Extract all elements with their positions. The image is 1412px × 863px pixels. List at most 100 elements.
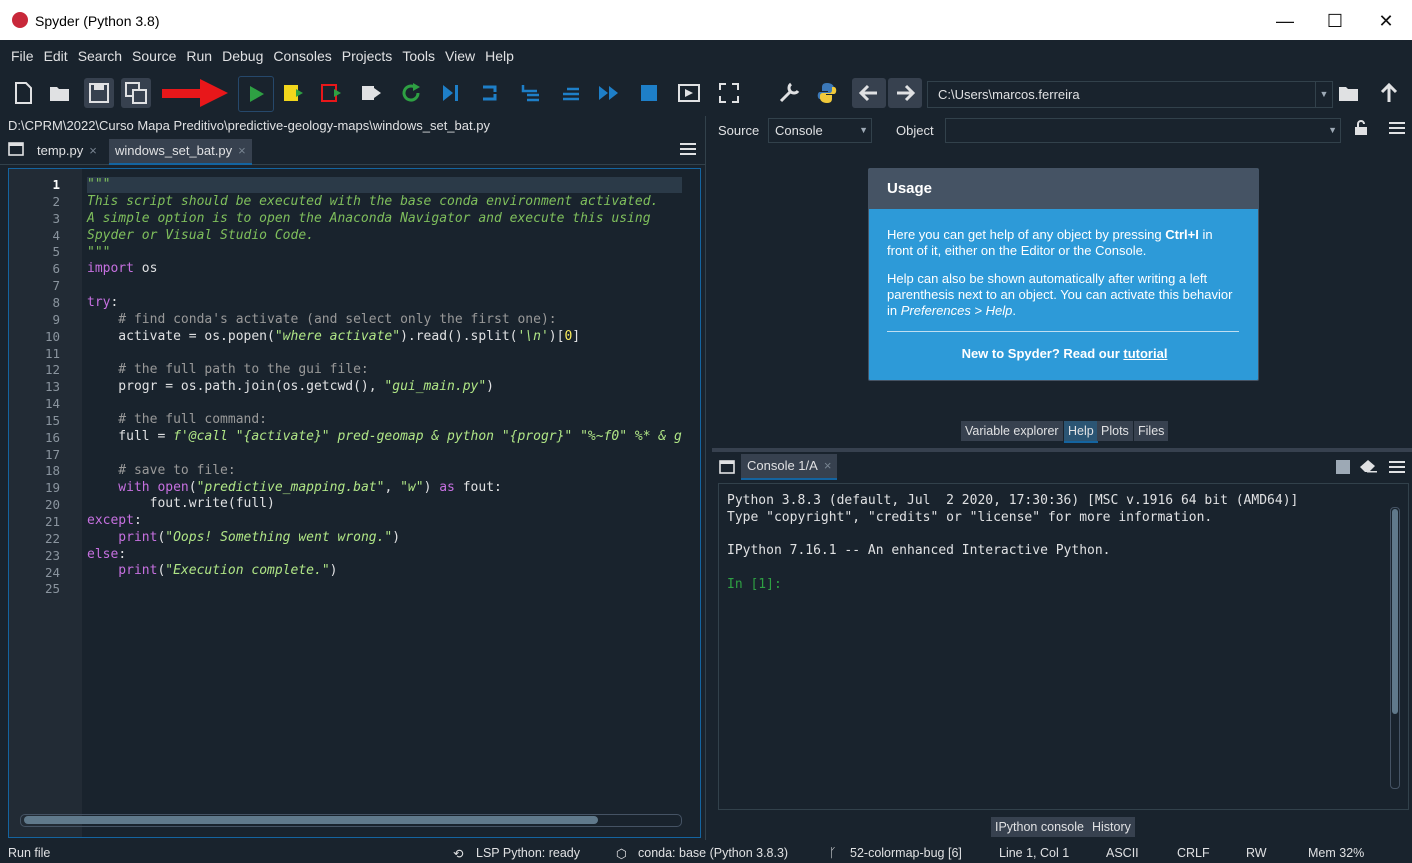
scrollbar-thumb[interactable] [24, 816, 598, 824]
line-number: 12 [44, 362, 60, 378]
conda-env-status[interactable]: conda: base (Python 3.8.3) [638, 846, 788, 860]
menu-source[interactable]: Source [127, 40, 181, 72]
python-path-icon[interactable] [812, 78, 842, 108]
parent-dir-arrow-icon[interactable] [1374, 78, 1404, 108]
maximize-pane-icon[interactable] [674, 78, 704, 108]
docstring: This script should be executed with the … [87, 194, 659, 209]
tab-temp-py[interactable]: temp.py × [31, 139, 103, 163]
browse-folder-icon[interactable] [1334, 78, 1364, 108]
menu-help[interactable]: Help [480, 40, 519, 72]
menu-file[interactable]: File [6, 40, 39, 72]
console-prompt[interactable]: In [1]: [727, 577, 782, 592]
options-menu-icon[interactable] [1389, 460, 1405, 477]
run-cell-advance-icon[interactable] [316, 78, 346, 108]
git-branch-icon: ᚴ [829, 846, 837, 860]
close-tab-icon[interactable]: × [89, 143, 97, 158]
string: "gui_main.py" [384, 379, 487, 394]
menu-search[interactable]: Search [73, 40, 127, 72]
step-return-icon[interactable] [556, 78, 586, 108]
keyword: except [87, 513, 134, 528]
tab-windows-set-bat-py[interactable]: windows_set_bat.py × [109, 139, 252, 165]
close-tab-icon[interactable]: × [238, 143, 246, 158]
menu-edit[interactable]: Edit [39, 40, 73, 72]
tab-history[interactable]: History [1088, 817, 1135, 837]
open-folder-icon[interactable] [45, 78, 75, 108]
tab-files[interactable]: Files [1134, 421, 1169, 441]
minimize-button[interactable]: — [1265, 8, 1305, 34]
tab-plots[interactable]: Plots [1097, 421, 1133, 441]
code-text: ) [423, 480, 440, 495]
code-area[interactable]: """ This script should be executed with … [87, 169, 687, 819]
line-number: 10 [44, 328, 60, 344]
run-file-icon[interactable] [238, 76, 274, 112]
stop-debug-icon[interactable] [634, 78, 664, 108]
menu-consoles[interactable]: Consoles [268, 40, 336, 72]
pane-splitter[interactable] [705, 116, 712, 840]
working-directory-combobox[interactable]: C:\Users\marcos.ferreira ▼ [927, 81, 1333, 108]
code-line: try: [87, 295, 118, 311]
code-text: )[ [548, 329, 565, 344]
code-line: full = f'@call "{activate}" pred-geomap … [87, 429, 682, 445]
debug-icon[interactable] [436, 78, 466, 108]
docstring: """ [87, 177, 111, 192]
line-number: 3 [52, 210, 60, 226]
back-arrow-icon[interactable] [852, 78, 886, 108]
git-branch-status[interactable]: 52-colormap-bug [6] [850, 846, 962, 860]
rerun-icon[interactable] [396, 78, 426, 108]
run-selection-icon[interactable] [356, 78, 386, 108]
menu-view[interactable]: View [440, 40, 480, 72]
menu-projects[interactable]: Projects [337, 40, 398, 72]
browse-tabs-icon[interactable] [719, 460, 735, 477]
tutorial-link[interactable]: tutorial [1123, 346, 1167, 361]
cursor-position: Line 1, Col 1 [999, 846, 1070, 860]
menu-run[interactable]: Run [181, 40, 217, 72]
step-into-icon[interactable] [516, 78, 546, 108]
string: '\n' [517, 329, 549, 344]
options-menu-icon[interactable] [1389, 121, 1405, 138]
maximize-button[interactable]: ☐ [1315, 8, 1355, 34]
editor-horizontal-scrollbar[interactable] [20, 814, 690, 827]
chevron-down-icon[interactable]: ▼ [1315, 82, 1332, 107]
divider [887, 331, 1239, 332]
menu-tools[interactable]: Tools [397, 40, 440, 72]
usage-box: Usage Here you can get help of any objec… [868, 168, 1259, 381]
save-icon[interactable] [84, 78, 114, 108]
stop-kernel-icon[interactable] [1336, 460, 1350, 474]
code-text: activate = os.popen( [87, 329, 275, 344]
editor-file-path: D:\CPRM\2022\Curso Mapa Preditivo\predic… [8, 118, 490, 133]
preferences-wrench-icon[interactable] [774, 78, 804, 108]
tab-help[interactable]: Help [1064, 421, 1098, 443]
fullscreen-icon[interactable] [714, 78, 744, 108]
shortcut-text: Ctrl+I [1165, 227, 1199, 242]
tab-ipython-console[interactable]: IPython console [991, 817, 1088, 837]
forward-arrow-icon[interactable] [888, 78, 922, 108]
source-combobox[interactable]: Console ▼ [768, 118, 872, 143]
eraser-icon[interactable] [1359, 459, 1377, 476]
scrollbar-thumb[interactable] [1392, 509, 1398, 714]
tab-variable-explorer[interactable]: Variable explorer [961, 421, 1063, 441]
string: "where activate" [274, 329, 401, 344]
console-vertical-scrollbar[interactable] [1390, 507, 1400, 797]
ipython-console[interactable]: Python 3.8.3 (default, Jul 2 2020, 17:30… [718, 483, 1409, 810]
line-number: 15 [44, 412, 60, 428]
status-message: Run file [8, 846, 51, 860]
line-number: 11 [44, 345, 60, 361]
close-button[interactable]: ✕ [1366, 8, 1406, 34]
code-text: : [118, 547, 127, 562]
lsp-status[interactable]: LSP Python: ready [476, 846, 580, 860]
continue-icon[interactable] [594, 78, 624, 108]
options-menu-icon[interactable] [680, 142, 696, 159]
save-all-icon[interactable] [121, 78, 151, 108]
lock-icon[interactable] [1354, 120, 1368, 139]
browse-tabs-icon[interactable] [8, 142, 24, 159]
tab-console-1a[interactable]: Console 1/A × [741, 454, 838, 480]
string: f'@call "{activate}" pred-geomap & pytho… [173, 429, 682, 444]
menu-debug[interactable]: Debug [217, 40, 268, 72]
close-tab-icon[interactable]: × [824, 458, 832, 473]
object-combobox[interactable]: ▼ [945, 118, 1341, 143]
line-number: 14 [44, 396, 60, 412]
run-cell-icon[interactable] [278, 78, 308, 108]
new-file-icon[interactable] [8, 78, 38, 108]
debug-step-icon[interactable] [476, 78, 506, 108]
code-editor[interactable]: 1 2 3 4 5 6 7 8 9 10 11 12 13 14 15 16 17 18 19 20 21 22 23 24 2… [8, 168, 701, 838]
